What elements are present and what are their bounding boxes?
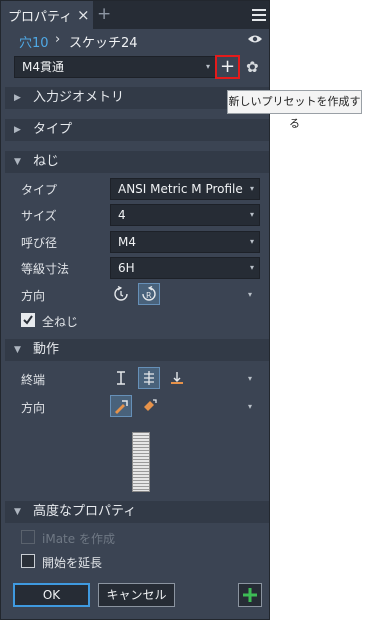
full-thread-checkbox[interactable] [21, 313, 35, 327]
plus-icon: + [219, 56, 236, 77]
section-title: 入力ジオメトリ [33, 90, 125, 105]
size-value: 4 [118, 208, 126, 222]
designation-label: 呼び径 [21, 236, 58, 250]
section-advanced-properties[interactable]: ▼ 高度なプロパティ [5, 501, 269, 523]
add-icon[interactable] [238, 583, 262, 607]
termination-label: 終端 [21, 373, 46, 387]
chevron-down-icon: ▾ [249, 184, 254, 193]
breadcrumb-current: スケッチ24 [69, 36, 138, 51]
section-title: ねじ [33, 154, 60, 169]
section-title: タイプ [33, 122, 73, 137]
add-tab-icon[interactable]: + [97, 4, 111, 24]
class-dropdown[interactable]: 6H ▾ [110, 257, 260, 279]
thread-type-label: タイプ [21, 183, 58, 197]
preset-dropdown[interactable]: M4貫通 ▾ [14, 56, 216, 78]
create-imate-label: iMate を作成 [42, 532, 115, 546]
extend-start-label: 開始を延長 [42, 556, 103, 570]
chevron-down-icon: ▾ [249, 210, 254, 219]
section-title: 高度なプロパティ [33, 504, 137, 519]
section-title: 動作 [33, 342, 60, 357]
chevron-down-icon: ▼ [14, 507, 21, 517]
thread-type-value: ANSI Metric M Profile [118, 182, 243, 196]
flip-direction-icon[interactable] [138, 395, 160, 417]
panel-titlebar: プロパティ × + [1, 1, 269, 29]
designation-dropdown[interactable]: M4 ▾ [110, 231, 260, 253]
ok-button[interactable]: OK [13, 583, 90, 607]
behavior-direction-label: 方向 [21, 401, 46, 415]
svg-text:R: R [146, 291, 152, 300]
thread-preview-image [132, 432, 150, 492]
eye-icon[interactable] [247, 34, 263, 44]
chevron-down-icon[interactable]: ▾ [248, 290, 252, 299]
breadcrumb-parent-link[interactable]: 穴10 [19, 32, 49, 51]
extend-start-checkbox[interactable] [21, 554, 35, 568]
chevron-down-icon: ▾ [205, 62, 210, 71]
through-all-icon[interactable] [138, 367, 160, 389]
right-hand-thread-icon[interactable]: R [138, 283, 160, 305]
thread-direction-label: 方向 [21, 289, 46, 303]
to-termination-icon[interactable] [166, 367, 188, 389]
chevron-down-icon: ▼ [14, 345, 21, 355]
size-label: サイズ [21, 209, 57, 223]
left-hand-thread-icon[interactable] [110, 283, 132, 305]
chevron-down-icon[interactable]: ▾ [248, 402, 252, 411]
add-preset-button[interactable]: + [215, 55, 240, 79]
default-direction-icon[interactable] [110, 395, 132, 417]
class-label: 等級寸法 [21, 262, 70, 276]
breadcrumb-separator: › [55, 32, 61, 47]
chevron-down-icon: ▾ [249, 237, 254, 246]
size-dropdown[interactable]: 4 ▾ [110, 204, 260, 226]
menu-icon[interactable] [252, 9, 266, 21]
distance-termination-icon[interactable] [110, 367, 132, 389]
chevron-right-icon: ▶ [14, 93, 21, 103]
create-imate-checkbox[interactable] [21, 530, 35, 544]
section-thread[interactable]: ▼ ねじ [5, 151, 269, 173]
full-thread-label: 全ねじ [42, 315, 79, 329]
preset-value: M4貫通 [22, 60, 64, 74]
section-type[interactable]: ▶ タイプ [5, 119, 269, 141]
class-value: 6H [118, 261, 135, 275]
section-behavior[interactable]: ▼ 動作 [5, 339, 269, 361]
chevron-down-icon[interactable]: ▾ [248, 374, 252, 383]
tooltip: 新しいプリセットを作成する [227, 90, 362, 130]
thread-type-dropdown[interactable]: ANSI Metric M Profile ▾ [110, 178, 260, 200]
chevron-down-icon: ▾ [249, 263, 254, 272]
chevron-down-icon: ▼ [14, 157, 21, 167]
close-icon[interactable]: × [77, 6, 90, 24]
cancel-button[interactable]: キャンセル [98, 583, 175, 607]
tab-label: プロパティ [8, 9, 73, 25]
chevron-right-icon: ▶ [14, 125, 21, 135]
designation-value: M4 [118, 235, 136, 249]
gear-icon[interactable]: ✿ [246, 58, 259, 76]
